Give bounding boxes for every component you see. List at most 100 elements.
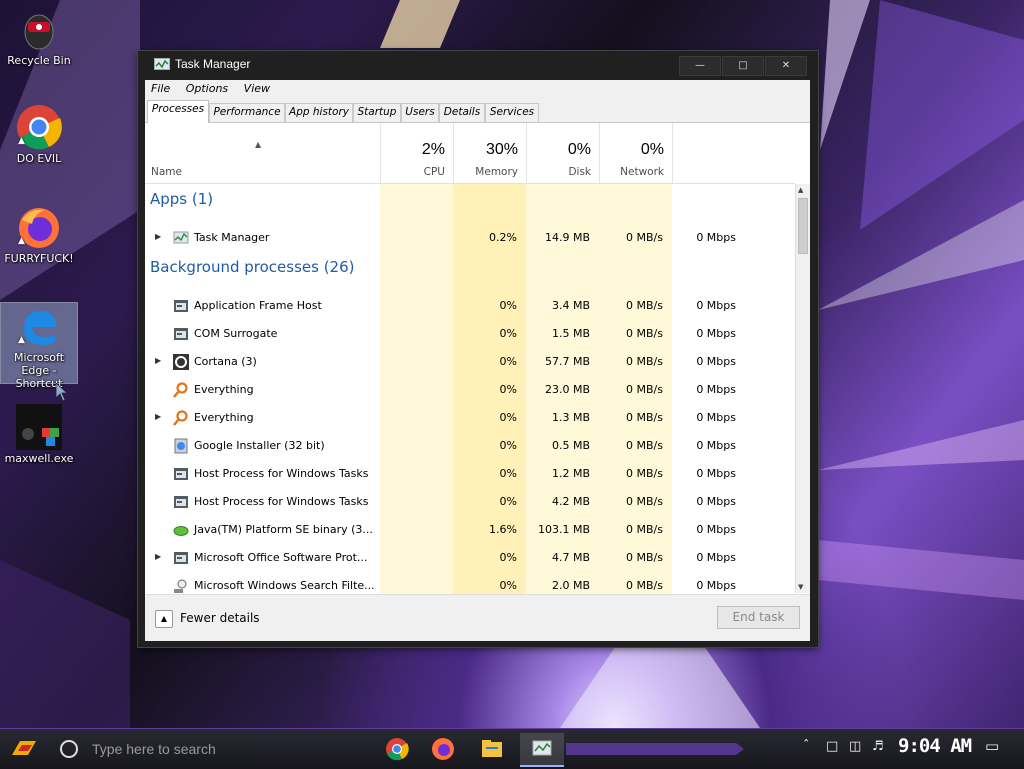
volume-icon[interactable]: ♬ — [872, 739, 884, 754]
process-memory-value: 1.5 MB — [551, 327, 590, 340]
process-cpu-value: 0% — [499, 383, 517, 396]
title-bar[interactable]: Task Manager — □ ✕ — [138, 51, 818, 79]
process-row[interactable]: Java(TM) Platform SE binary (3... 1.6% 103… — [145, 516, 795, 544]
process-network-value: 0 Mbps — [696, 495, 736, 508]
process-row[interactable]: ▶ Task Manager 0.2% 14.9 MB 0 MB/s 0 Mbps — [145, 224, 795, 252]
process-cpu-value: 0% — [499, 411, 517, 424]
tab-processes[interactable]: Processes — [147, 100, 209, 123]
fewer-details-link[interactable]: Fewer details — [180, 611, 260, 625]
tab-performance[interactable]: Performance — [209, 103, 285, 122]
taskbar-clock[interactable]: 9:04 AM — [898, 735, 972, 757]
action-center-icon[interactable]: ▭ — [985, 737, 999, 755]
maximize-button[interactable]: □ — [722, 56, 764, 76]
process-disk-value: 0 MB/s — [626, 231, 663, 244]
scroll-up-icon[interactable]: ▲ — [798, 186, 803, 194]
edge-icon: ▲ — [16, 303, 62, 349]
tab-app-history[interactable]: App history — [285, 103, 353, 122]
process-cpu-value: 0% — [499, 355, 517, 368]
minimize-button[interactable]: — — [679, 56, 721, 76]
process-row[interactable]: ▶ Cortana (3) 0% 57.7 MB 0 MB/s 0 Mbps — [145, 348, 795, 376]
desktop-icon-do-evil[interactable]: ▲ DO EVIL — [1, 104, 77, 165]
start-button-icon[interactable] — [10, 737, 38, 761]
cpu-label: CPU — [423, 166, 445, 178]
process-cpu-value: 0% — [499, 579, 517, 592]
window-title: Task Manager — [175, 57, 251, 71]
sort-up-icon: ▲ — [255, 140, 262, 149]
tab-services[interactable]: Services — [485, 103, 539, 122]
process-network-value: 0 Mbps — [696, 355, 736, 368]
tray-overflow-icon[interactable]: ˆ — [803, 739, 810, 754]
desktop-icon-recycle-bin[interactable]: Recycle Bin — [1, 6, 77, 67]
column-network[interactable]: 0% Network — [599, 123, 673, 183]
column-memory[interactable]: 30% Memory — [453, 123, 526, 183]
menu-view[interactable]: View — [238, 80, 276, 98]
process-row[interactable]: COM Surrogate 0% 1.5 MB 0 MB/s 0 Mbps — [145, 320, 795, 348]
desktop-icon-label: FURRYFUCK! — [4, 252, 74, 265]
everything-icon — [173, 410, 189, 426]
tab-users[interactable]: Users — [401, 103, 439, 122]
taskbar-task-manager[interactable] — [520, 733, 564, 767]
end-task-button[interactable]: End task — [717, 606, 800, 629]
menu-options[interactable]: Options — [180, 80, 234, 98]
network-total: 0% — [640, 141, 664, 158]
firefox-icon — [432, 738, 454, 760]
group-header-background[interactable]: Background processes (26) — [145, 252, 795, 280]
process-row[interactable]: Everything 0% 23.0 MB 0 MB/s 0 Mbps — [145, 376, 795, 404]
process-name: Microsoft Office Software Prot... — [194, 551, 368, 564]
desktop-icon-edge[interactable]: ▲ Microsoft Edge - Shortcut — [0, 302, 78, 390]
collapse-chevron-icon[interactable]: ▲ — [155, 610, 173, 628]
process-row[interactable]: Host Process for Windows Tasks 0% 4.2 MB 0 … — [145, 488, 795, 516]
shortcut-arrow-icon: ▲ — [18, 136, 25, 146]
process-row[interactable]: Application Frame Host 0% 3.4 MB 0 MB/s 0 Mb… — [145, 292, 795, 320]
process-icon — [173, 550, 189, 566]
chrome-icon: ▲ — [16, 104, 62, 150]
column-disk[interactable]: 0% Disk — [526, 123, 599, 183]
java-icon — [173, 522, 189, 538]
process-cpu-value: 0% — [499, 467, 517, 480]
menu-file[interactable]: File — [145, 80, 176, 98]
expand-arrow-icon[interactable]: ▶ — [155, 356, 161, 365]
expand-arrow-icon[interactable]: ▶ — [155, 552, 161, 561]
process-icon — [173, 466, 189, 482]
tray-tablet-icon[interactable]: □ — [826, 739, 838, 754]
expand-arrow-icon[interactable]: ▶ — [155, 232, 161, 241]
menu-bar: File Options View — [145, 80, 810, 98]
vertical-scrollbar[interactable]: ▲ ▼ — [795, 184, 810, 593]
column-name[interactable]: Name — [151, 166, 182, 178]
expand-arrow-icon[interactable]: ▶ — [155, 412, 161, 421]
scroll-thumb[interactable] — [798, 198, 808, 254]
close-button[interactable]: ✕ — [765, 56, 807, 76]
column-cpu[interactable]: 2% CPU — [380, 123, 453, 183]
scroll-down-icon[interactable]: ▼ — [798, 583, 803, 591]
process-row[interactable]: ▶ Everything 0% 1.3 MB 0 MB/s 0 Mbps — [145, 404, 795, 432]
process-disk-value: 0 MB/s — [626, 383, 663, 396]
search-box[interactable]: Type here to search — [52, 735, 372, 763]
group-header-apps[interactable]: Apps (1) — [145, 184, 795, 212]
taskbar-firefox[interactable] — [421, 733, 465, 765]
process-row[interactable]: Microsoft Windows Search Filte... 0% 2.0 M… — [145, 572, 795, 594]
process-memory-value: 1.3 MB — [551, 411, 590, 424]
process-network-value: 0 Mbps — [696, 467, 736, 480]
column-header: ▲ Name 2% CPU 30% Memory 0% Disk 0% Netw… — [145, 123, 795, 184]
process-row[interactable]: Google Installer (32 bit) 0% 0.5 MB 0 MB/s 0… — [145, 432, 795, 460]
process-name: Everything — [194, 383, 254, 396]
taskbar-file-explorer[interactable] — [470, 733, 514, 765]
process-cpu-value: 0% — [499, 551, 517, 564]
task-manager-window: Task Manager — □ ✕ File Options View Pro… — [138, 51, 818, 647]
tab-startup[interactable]: Startup — [353, 103, 401, 122]
desktop-icon-maxwell[interactable]: maxwell.exe — [1, 404, 77, 465]
process-row[interactable]: Host Process for Windows Tasks 0% 1.2 MB 0 … — [145, 460, 795, 488]
process-network-value: 0 Mbps — [696, 579, 736, 592]
desktop-icon-furryfuck[interactable]: ▲ FURRYFUCK! — [1, 204, 77, 265]
process-name: COM Surrogate — [194, 327, 278, 340]
taskbar-chrome[interactable] — [375, 733, 419, 765]
file-explorer-icon — [482, 740, 502, 757]
process-list: ▲ Name 2% CPU 30% Memory 0% Disk 0% Netw… — [145, 122, 810, 594]
process-memory-value: 23.0 MB — [544, 383, 590, 396]
mouse-cursor-icon — [56, 383, 69, 402]
tab-details[interactable]: Details — [439, 103, 485, 122]
process-disk-value: 0 MB/s — [626, 551, 663, 564]
maxwell-exe-icon — [16, 404, 62, 450]
process-row[interactable]: ▶ Microsoft Office Software Prot... 0% 4.7 … — [145, 544, 795, 572]
network-icon[interactable]: ◫ — [849, 739, 861, 754]
